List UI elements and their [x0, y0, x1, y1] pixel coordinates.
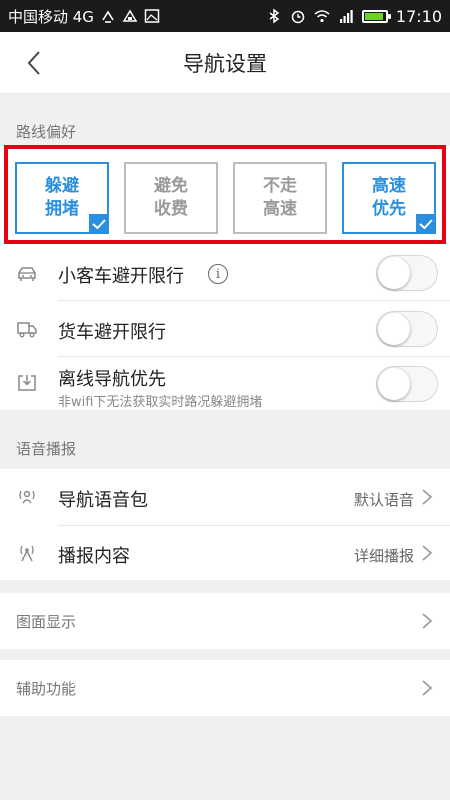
broadcast-icon: [16, 542, 38, 564]
row-broadcast-content[interactable]: 播报内容 详细播报: [0, 525, 450, 581]
row-divider: [58, 300, 450, 301]
info-icon[interactable]: i: [208, 264, 228, 284]
row-voice-pack[interactable]: 导航语音包 默认语音: [0, 469, 450, 525]
bluetooth-icon: [269, 8, 280, 24]
toggle-truck-restriction[interactable]: [376, 311, 438, 347]
back-button[interactable]: [14, 44, 54, 82]
row-title-voice-pack: 导航语音包: [58, 490, 148, 511]
section-label-voice: 语音播报: [16, 440, 77, 458]
truck-icon: [16, 318, 38, 340]
toggle-offline-navigation[interactable]: [376, 366, 438, 402]
toggle-knob: [378, 368, 410, 400]
toggle-knob: [378, 313, 410, 345]
row-title-car-restriction: 小客车避开限行: [58, 266, 184, 287]
row-value-voice-pack: 默认语音: [353, 491, 414, 509]
back-arrow-icon: [27, 51, 40, 75]
row-value-broadcast-content: 详细播报: [353, 547, 414, 565]
image-icon: [144, 9, 160, 23]
row-title-broadcast-content: 播报内容: [58, 546, 130, 567]
car-icon: [16, 263, 38, 285]
transfer-icon: [102, 10, 114, 23]
battery-icon: [361, 9, 391, 23]
toggle-knob: [378, 257, 410, 289]
row-title-map-display: 图面显示: [16, 613, 77, 631]
download-icon: [16, 372, 38, 394]
page-title: 导航设置: [183, 51, 267, 76]
carrier-label: 中国移动 4G: [8, 7, 94, 26]
row-title-assist-functions: 辅助功能: [16, 680, 77, 698]
assist-functions-row[interactable]: 辅助功能: [0, 660, 450, 716]
chevron-right-icon: [422, 613, 433, 629]
alarm-icon: [291, 10, 305, 24]
notification-icon: [122, 9, 138, 22]
nav-header: 导航设置: [0, 32, 450, 94]
toggle-car-restriction[interactable]: [376, 255, 438, 291]
row-divider: [58, 356, 450, 357]
chevron-right-icon: [422, 545, 433, 561]
clock-time: 17:10: [395, 6, 442, 26]
wifi-icon: [314, 10, 330, 23]
status-bar: 中国移动 4G 17:10: [0, 0, 450, 32]
section-label-route-preference: 路线偏好: [16, 123, 77, 141]
chevron-right-icon: [422, 680, 433, 696]
row-title-offline-navigation: 离线导航优先: [58, 369, 166, 390]
row-subtitle-offline-navigation: 非wifi下无法获取实时路况躲避拥堵: [58, 395, 263, 410]
row-title-truck-restriction: 货车避开限行: [58, 322, 166, 343]
map-display-row[interactable]: 图面显示: [0, 593, 450, 649]
voice-pack-icon: [16, 486, 38, 508]
signal-icon: [339, 10, 353, 23]
chevron-right-icon: [422, 489, 433, 505]
highlight-frame: [4, 145, 446, 244]
